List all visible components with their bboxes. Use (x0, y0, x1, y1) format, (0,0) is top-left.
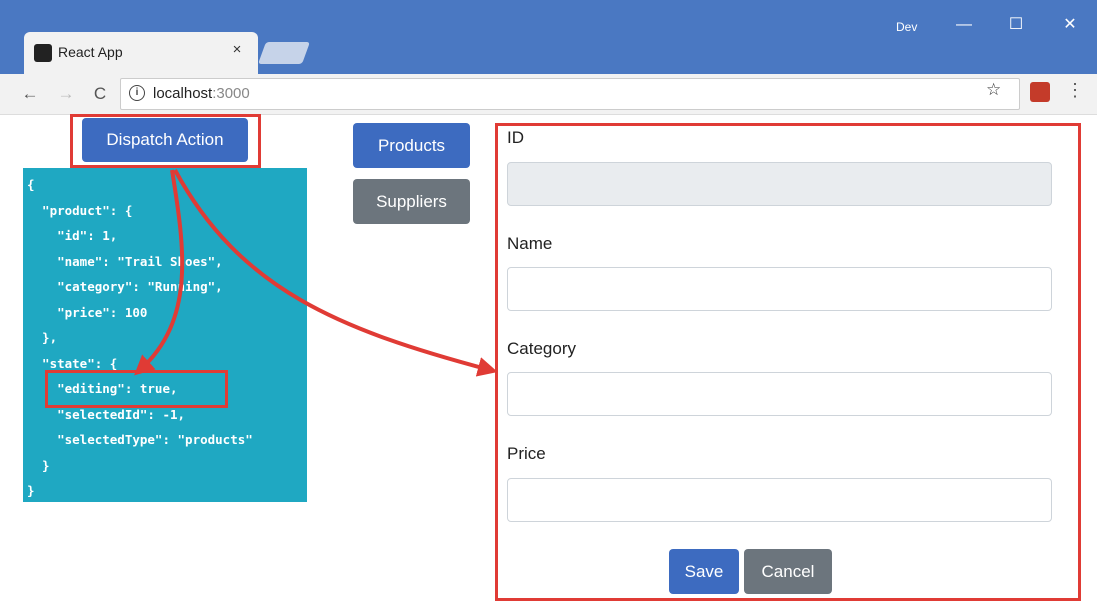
suppliers-button[interactable]: Suppliers (353, 179, 470, 224)
url-host: localhost (153, 85, 213, 102)
category-field[interactable] (507, 372, 1052, 416)
address-bar[interactable]: i localhost:3000 (120, 78, 1020, 110)
editing-highlight-box (45, 370, 228, 408)
bookmark-star-icon[interactable]: ☆ (986, 80, 1001, 100)
extension-icon[interactable] (1030, 82, 1050, 102)
back-icon[interactable]: ← (20, 84, 40, 104)
minimize-icon[interactable]: — (944, 10, 984, 40)
new-tab-button[interactable] (257, 42, 311, 64)
state-json-panel: { "product": { "id": 1, "name": "Trail S… (23, 168, 307, 502)
tab-title: React App (58, 44, 123, 60)
products-button[interactable]: Products (353, 123, 470, 168)
menu-icon[interactable]: ⋮ (1066, 80, 1084, 101)
close-window-icon[interactable]: ✕ (1050, 10, 1090, 40)
tab-react-app[interactable]: React App × (24, 32, 258, 74)
browser-toolbar: ← → C i localhost:3000 ☆ (0, 74, 1097, 115)
cancel-button[interactable]: Cancel (744, 549, 832, 594)
dispatch-highlight-box (70, 114, 261, 168)
profile-name[interactable]: Dev (896, 20, 917, 34)
forward-icon[interactable]: → (56, 84, 76, 104)
name-field[interactable] (507, 267, 1052, 311)
name-label: Name (507, 234, 553, 253)
id-label: ID (507, 128, 524, 147)
info-icon[interactable]: i (129, 85, 145, 101)
price-field[interactable] (507, 478, 1052, 522)
reload-icon[interactable]: C (90, 84, 110, 104)
react-icon (34, 44, 52, 62)
state-json-text: { "product": { "id": 1, "name": "Trail S… (27, 177, 253, 498)
save-button[interactable]: Save (669, 549, 739, 594)
price-label: Price (507, 444, 546, 463)
category-label: Category (507, 339, 576, 358)
url-port: :3000 (212, 85, 250, 102)
tab-close-icon[interactable]: × (228, 41, 246, 58)
maximize-icon[interactable]: ☐ (996, 10, 1036, 40)
browser-titlebar: React App × Dev — ☐ ✕ (0, 0, 1097, 74)
id-field[interactable] (507, 162, 1052, 206)
url-text: localhost:3000 (153, 85, 250, 102)
